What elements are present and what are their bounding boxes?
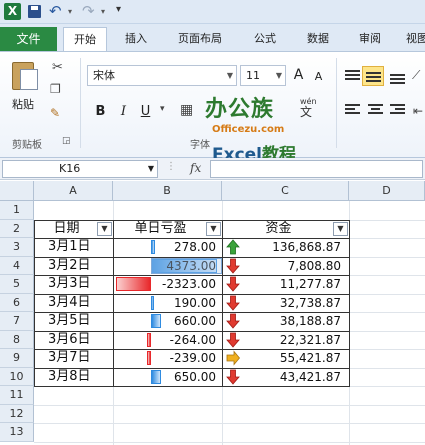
chevron-down-icon: ▼ bbox=[226, 71, 233, 80]
font-size-value: 11 bbox=[246, 69, 260, 82]
bold-button[interactable]: B bbox=[92, 102, 109, 121]
table-outline bbox=[34, 219, 350, 387]
align-bottom-icon[interactable] bbox=[390, 74, 405, 87]
align-left-icon[interactable] bbox=[345, 104, 360, 117]
gridline-row bbox=[34, 423, 425, 424]
paste-button[interactable]: 粘贴 bbox=[12, 96, 34, 112]
formula-bar-divider-icon: ⋮ bbox=[166, 161, 176, 172]
redo-dropdown-icon[interactable]: ▾ bbox=[101, 7, 105, 16]
row-header-13[interactable]: 13 bbox=[0, 423, 34, 442]
paste-icon[interactable] bbox=[12, 58, 40, 90]
underline-dropdown-icon[interactable]: ▾ bbox=[160, 104, 165, 114]
undo-dropdown-icon[interactable]: ▾ bbox=[68, 7, 72, 16]
table-column-border bbox=[222, 219, 223, 386]
table-row-border bbox=[34, 238, 349, 239]
undo-icon[interactable]: ↶ bbox=[49, 2, 62, 20]
tab-review[interactable]: 审阅 bbox=[348, 27, 392, 51]
row-header-2[interactable]: 2 bbox=[0, 219, 34, 238]
tab-page-layout[interactable]: 页面布局 bbox=[168, 27, 232, 51]
excel-app-icon[interactable]: X bbox=[4, 3, 21, 20]
font-size-select[interactable]: 11 ▼ bbox=[240, 65, 286, 86]
table-row-border bbox=[34, 367, 349, 369]
table-row-border bbox=[34, 293, 349, 295]
column-header-d[interactable]: D bbox=[349, 181, 425, 201]
row-header-11[interactable]: 11 bbox=[0, 386, 34, 405]
redo-icon[interactable]: ↷ bbox=[82, 2, 95, 20]
gridline-row bbox=[34, 441, 425, 443]
copy-icon[interactable]: ❐ bbox=[50, 82, 61, 96]
row-header-1[interactable]: 1 bbox=[0, 201, 34, 220]
row-header-12[interactable]: 12 bbox=[0, 404, 34, 423]
watermark-brand: 办公族 bbox=[205, 97, 275, 122]
font-group-label: 字体 bbox=[190, 140, 210, 151]
row-header-6[interactable]: 6 bbox=[0, 293, 34, 312]
chevron-down-icon: ▼ bbox=[147, 164, 154, 173]
chevron-down-icon: ▼ bbox=[275, 71, 282, 80]
group-divider bbox=[80, 58, 81, 148]
row-header-5[interactable]: 5 bbox=[0, 275, 34, 294]
row-header-10[interactable]: 10 bbox=[0, 367, 34, 386]
insert-function-icon[interactable]: fx bbox=[190, 161, 201, 175]
watermark-site: Officezu.com bbox=[212, 124, 285, 135]
orientation-icon[interactable]: ⟋ bbox=[412, 68, 420, 83]
name-box-value: K16 bbox=[59, 162, 81, 175]
borders-icon[interactable]: ▦ bbox=[180, 102, 193, 118]
formula-input[interactable] bbox=[210, 160, 423, 178]
cut-icon[interactable]: ✂ bbox=[52, 60, 63, 75]
formula-bar: K16 ▼ ⋮ fx bbox=[0, 158, 425, 180]
phonetic-guide-icon[interactable]: wén 文 bbox=[300, 98, 317, 119]
save-icon[interactable] bbox=[28, 5, 41, 18]
phonetic-char: 文 bbox=[300, 105, 313, 119]
clipboard-group-label: 剪贴板 bbox=[12, 140, 42, 151]
shrink-font-button[interactable]: A bbox=[310, 67, 327, 86]
table-row-border bbox=[34, 312, 349, 313]
row-header-7[interactable]: 7 bbox=[0, 312, 34, 331]
tab-insert[interactable]: 插入 bbox=[114, 27, 158, 51]
group-divider bbox=[336, 58, 337, 148]
gridline-row bbox=[34, 404, 425, 406]
grow-font-button[interactable]: A bbox=[290, 66, 307, 85]
italic-button[interactable]: I bbox=[115, 102, 132, 121]
table-column-border bbox=[113, 219, 114, 386]
table-row-border bbox=[34, 330, 349, 332]
align-center-icon[interactable] bbox=[368, 104, 383, 117]
name-box[interactable]: K16 ▼ bbox=[2, 160, 158, 178]
underline-button[interactable]: U bbox=[137, 102, 154, 121]
row-header-8[interactable]: 8 bbox=[0, 330, 34, 349]
ribbon-tabs: 文件 开始 插入 页面布局 公式 数据 审阅 视图 bbox=[0, 24, 425, 52]
tab-file[interactable]: 文件 bbox=[0, 27, 57, 51]
font-name-select[interactable]: 宋体 ▼ bbox=[87, 65, 237, 86]
align-top-icon[interactable] bbox=[345, 70, 360, 83]
customize-toolbar-icon[interactable]: ▾ bbox=[116, 4, 121, 15]
table-row-border bbox=[34, 275, 349, 276]
tab-view[interactable]: 视图 bbox=[402, 27, 425, 51]
table-row-border bbox=[34, 349, 349, 350]
tab-formulas[interactable]: 公式 bbox=[243, 27, 287, 51]
font-name-value: 宋体 bbox=[93, 69, 115, 82]
clipboard-launcher-icon[interactable]: ◲ bbox=[62, 136, 71, 146]
align-right-icon[interactable] bbox=[390, 104, 405, 117]
column-header-b[interactable]: B bbox=[113, 181, 222, 201]
tab-data[interactable]: 数据 bbox=[296, 27, 340, 51]
table-row-border bbox=[34, 256, 349, 258]
quick-access-toolbar: X ↶ ▾ ↷ ▾ ▾ bbox=[0, 0, 425, 24]
row-header-4[interactable]: 4 bbox=[0, 256, 34, 275]
worksheet-grid[interactable]: A B C D 1 2 3 4 5 6 7 8 9 10 11 12 13 日期 ▼ 单日亏盈 ▼ 资金 ▼ 3月1… bbox=[0, 181, 425, 445]
row-header-3[interactable]: 3 bbox=[0, 238, 34, 257]
column-header-a[interactable]: A bbox=[34, 181, 113, 201]
row-header-9[interactable]: 9 bbox=[0, 349, 34, 368]
tab-home[interactable]: 开始 bbox=[63, 27, 107, 52]
align-middle-icon bbox=[366, 72, 381, 85]
column-header-c[interactable]: C bbox=[222, 181, 349, 201]
indent-icon[interactable]: ⇤ bbox=[413, 104, 423, 118]
select-all-corner[interactable] bbox=[0, 181, 34, 201]
format-painter-icon[interactable]: ✎ bbox=[50, 106, 60, 120]
